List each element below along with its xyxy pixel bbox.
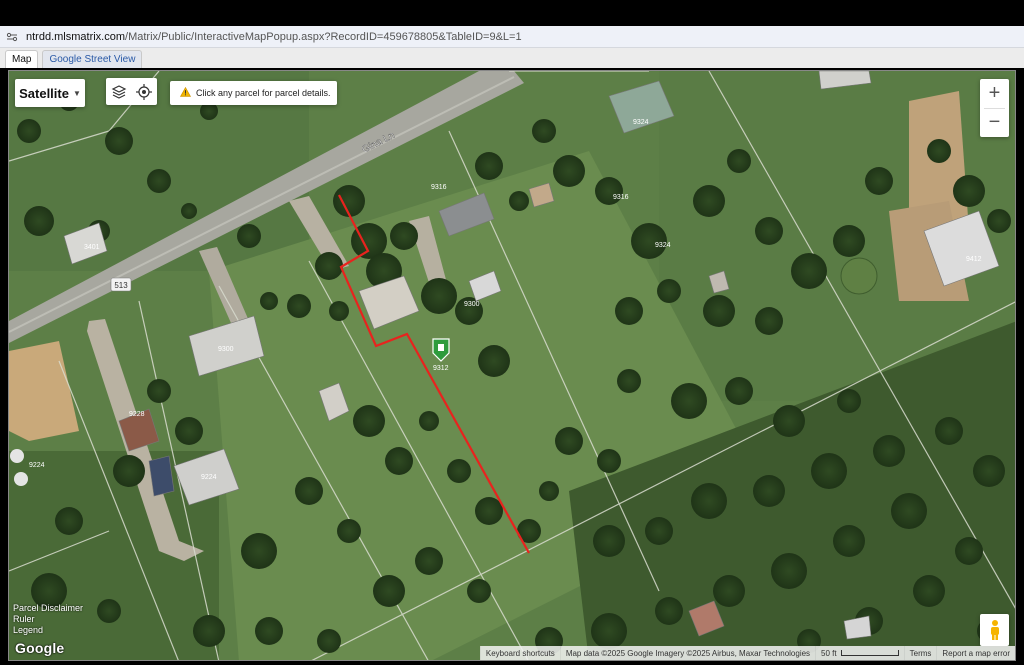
tab-strip: Map Google Street View — [0, 48, 1024, 68]
parcel-disclaimer-link[interactable]: Parcel Disclaimer — [13, 603, 83, 614]
parcel-hint: Click any parcel for parcel details. — [170, 81, 337, 105]
address-bar[interactable]: ntrdd.mlsmatrix.com/Matrix/Public/Intera… — [0, 26, 1024, 48]
map-canvas[interactable]: Gina Ln 513 3401 9316 9316 9324 9324 941… — [8, 70, 1016, 661]
scale-bar — [840, 650, 899, 656]
parcel-label: 9312 — [433, 365, 449, 372]
zoom-control: + − — [980, 79, 1009, 137]
keyboard-shortcuts-link[interactable]: Keyboard shortcuts — [479, 646, 560, 660]
scale-label: 50 ft — [821, 648, 837, 658]
url-path: /Matrix/Public/InteractiveMapPopup.aspx?… — [125, 30, 522, 43]
ruler-link[interactable]: Ruler — [13, 614, 83, 625]
street-view-pegman-button[interactable] — [980, 614, 1009, 646]
map-attribution: Map data ©2025 Google Imagery ©2025 Airb… — [559, 646, 816, 660]
satellite-imagery[interactable]: Gina Ln 513 3401 9316 9316 9324 9324 941… — [9, 71, 1016, 661]
map-type-dropdown[interactable]: Satellite ▼ — [15, 79, 85, 107]
tab-map[interactable]: Map — [5, 50, 39, 68]
layers-icon[interactable] — [109, 82, 129, 102]
parcel-label: 9316 — [613, 194, 629, 201]
road-shield-number: 513 — [114, 281, 128, 290]
locate-icon[interactable] — [134, 82, 154, 102]
parcel-label: 3401 — [84, 244, 100, 251]
parcel-label: 9412 — [966, 256, 982, 263]
terms-link[interactable]: Terms — [903, 646, 937, 660]
parcel-label: 9324 — [633, 119, 649, 126]
map-type-label: Satellite — [19, 85, 69, 101]
scale-control[interactable]: 50 ft — [815, 646, 904, 660]
parcel-label: 9324 — [655, 242, 671, 249]
browser-top-bar — [0, 0, 1024, 26]
parcel-label: 9224 — [201, 474, 217, 481]
zoom-out-button[interactable]: − — [980, 109, 1009, 138]
caret-down-icon: ▼ — [72, 88, 81, 98]
pegman-icon — [990, 620, 999, 640]
parcel-label: 9224 — [29, 462, 45, 469]
report-error-link[interactable]: Report a map error — [936, 646, 1015, 660]
site-settings-icon[interactable] — [6, 31, 18, 43]
warning-icon — [179, 86, 192, 99]
map-links: Parcel Disclaimer Ruler Legend — [13, 603, 83, 636]
map-tools — [106, 78, 157, 105]
google-logo: Google — [15, 640, 65, 656]
zoom-in-button[interactable]: + — [980, 79, 1009, 108]
parcel-label: 9228 — [129, 411, 145, 418]
url-host: ntrdd.mlsmatrix.com — [26, 30, 126, 43]
map-footer: Keyboard shortcuts Map data ©2025 Google… — [479, 646, 1015, 660]
parcel-label: 9300 — [464, 301, 480, 308]
parcel-label: 9316 — [431, 184, 447, 191]
legend-link[interactable]: Legend — [13, 625, 83, 636]
hint-text: Click any parcel for parcel details. — [196, 88, 331, 98]
tab-street-view[interactable]: Google Street View — [42, 50, 143, 68]
parcel-label: 9300 — [218, 346, 234, 353]
